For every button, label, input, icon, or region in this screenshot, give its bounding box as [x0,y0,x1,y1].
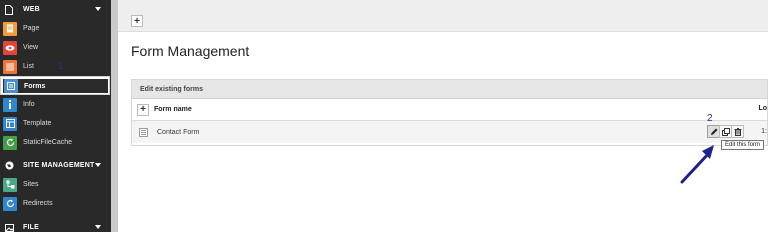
eye-icon [3,40,17,55]
annotation-arrow-icon [680,145,714,184]
sidebar-item-list[interactable]: List [0,57,111,76]
table-row[interactable]: Contact Form 1: [132,121,767,143]
sidebar-item-page[interactable]: Page [0,19,111,38]
copy-icon [721,127,730,136]
panel-heading: Edit existing forms [132,80,767,99]
form-document-icon [139,127,148,137]
sidebar-item-label: StaticFileCache [23,139,73,146]
column-header-location[interactable]: Lo [758,105,767,112]
file-icon [4,4,14,15]
forms-panel: Edit existing forms + Form name Lo Conta… [131,79,768,146]
sidebar-item-label: Page [23,25,40,32]
sidebar-item-label: Info [23,101,35,108]
sidebar-item-template[interactable]: Template [0,114,111,133]
forms-icon [4,79,18,93]
sites-icon [3,177,17,192]
sidebar-item-staticfilecache[interactable]: StaticFileCache [0,133,111,152]
image-icon [4,223,14,233]
sidebar-item-forms[interactable]: Forms [0,76,110,95]
row-actions [707,125,744,138]
chevron-down-icon [95,162,101,169]
table-header: + Form name Lo [132,99,767,121]
group-site-management-label: SITE MANAGEMENT [23,162,95,169]
group-file[interactable]: FILE [0,218,111,237]
group-site-management[interactable]: SITE MANAGEMENT [0,156,111,175]
group-file-label: FILE [23,224,39,231]
sidebar-item-label: View [23,44,39,51]
delete-form-button[interactable] [731,125,744,138]
sidebar-item-info[interactable]: Info [0,95,111,114]
group-web-label: WEB [23,6,40,13]
group-web[interactable]: WEB [0,0,111,19]
edit-tooltip: Edit this form [721,140,765,150]
page-title: Form Management [131,43,250,59]
redirect-icon [3,196,17,211]
list-icon [3,59,17,74]
sidebar-scrollbar[interactable] [111,0,118,232]
docheader: + [118,0,768,32]
annotation-marker-2: 2 [707,113,713,124]
sidebar-item-label: Forms [24,82,46,90]
sidebar-item-label: List [23,63,34,70]
column-header-form-name[interactable]: Form name [154,106,192,113]
pencil-icon [710,128,717,135]
refresh-icon [3,135,17,150]
trash-icon [734,127,741,136]
sidebar-item-view[interactable]: View [0,38,111,57]
globe-icon [4,161,14,171]
info-icon [3,97,17,112]
chevron-down-icon [95,224,101,231]
page-icon [3,21,17,36]
form-location-cell: 1: [761,128,767,135]
chevron-down-icon [95,6,101,13]
new-form-button[interactable]: + [131,15,143,27]
sidebar-item-label: Redirects [23,200,53,207]
template-icon [3,116,17,131]
sidebar-item-sites[interactable]: Sites [0,175,111,194]
add-form-button[interactable]: + [137,103,149,116]
module-sidebar: WEB Page View List 1 Forms Info Template… [0,0,111,232]
sidebar-item-label: Sites [23,181,39,188]
annotation-marker-1: 1 [58,61,64,72]
form-name-cell[interactable]: Contact Form [157,129,199,136]
sidebar-item-redirects[interactable]: Redirects [0,194,111,213]
sidebar-item-label: Template [23,120,52,127]
